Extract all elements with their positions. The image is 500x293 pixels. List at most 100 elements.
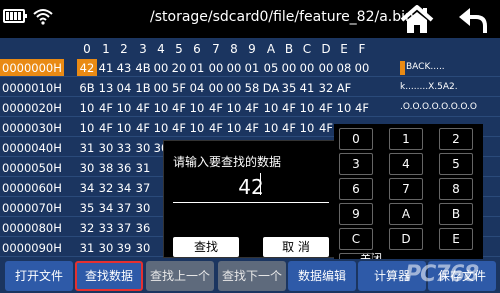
hex-byte-cell[interactable]: 34 [77,181,97,195]
table-row[interactable]: 0000020H 10 4F 10 4F 10 4F 10 4F 10 4F 10 4F 10 4F 10 4F… [0,99,500,117]
hex-byte-cell[interactable]: 05 [261,61,281,75]
hex-byte-cell[interactable]: 4F [242,101,262,115]
keypad-key-B[interactable]: B [439,203,473,225]
hex-byte-cell[interactable]: 10 [151,121,171,135]
hex-byte-cell[interactable]: 35 [77,201,97,215]
hex-byte-cell[interactable]: 01 [187,61,207,75]
hex-byte-cell[interactable]: 33 [114,141,134,155]
keypad-key-2[interactable]: 2 [439,128,473,150]
hex-byte-cell[interactable]: 00 [151,81,171,95]
hex-byte-cell[interactable]: 36 [114,161,134,175]
hex-byte-cell[interactable]: 00 [206,81,226,95]
hex-byte-cell[interactable]: 6B [77,81,97,95]
hex-byte-cell[interactable]: 31 [133,161,153,175]
hex-byte-cell[interactable]: 30 [133,141,153,155]
hex-byte-cell[interactable]: 10 [114,101,134,115]
keypad-key-5[interactable]: 5 [439,153,473,175]
hex-byte-cell[interactable]: 31 [77,241,97,255]
hex-byte-cell[interactable]: 39 [114,241,134,255]
toolbar-button-4[interactable]: 查找下一个 [218,261,286,291]
toolbar-button-2[interactable]: 查找数据 [75,261,143,291]
hex-byte-cell[interactable]: 5F [169,81,189,95]
hex-byte-cell[interactable]: 32 [96,181,116,195]
find-button[interactable]: 查找 [173,237,239,257]
toolbar-button-3[interactable]: 查找上一个 [146,261,214,291]
hex-byte-cell[interactable]: 00 [279,61,299,75]
hex-byte-cell[interactable]: 4F [316,101,336,115]
keypad-key-6[interactable]: 6 [339,178,373,200]
hex-byte-cell[interactable]: 42 [77,59,97,77]
hex-byte-cell[interactable]: 10 [187,101,207,115]
hex-byte-cell[interactable]: 43 [114,61,134,75]
hex-byte-cell[interactable]: 00 [206,61,226,75]
search-value-input[interactable]: 42 [173,175,329,199]
hex-byte-cell[interactable]: 30 [77,161,97,175]
hex-byte-cell[interactable]: 10 [77,121,97,135]
hex-byte-cell[interactable]: AF [334,81,354,95]
keypad-key-3[interactable]: 3 [339,153,373,175]
hex-byte-cell[interactable]: 30 [96,141,116,155]
hex-byte-cell[interactable]: 4F [279,101,299,115]
hex-byte-cell[interactable]: 30 [96,241,116,255]
hex-byte-cell[interactable]: 4F [169,121,189,135]
hex-byte-cell[interactable]: 10 [261,101,281,115]
hex-byte-cell[interactable]: 58 [242,81,262,95]
hex-byte-cell[interactable]: 4F [206,121,226,135]
hex-byte-cell[interactable]: 37 [114,221,134,235]
hex-byte-cell[interactable]: 10 [297,121,317,135]
hex-byte-cell[interactable]: 33 [96,221,116,235]
keypad-key-9[interactable]: 9 [339,203,373,225]
hex-byte-cell[interactable]: 4F [133,101,153,115]
hex-byte-cell[interactable]: 32 [316,81,336,95]
home-icon[interactable] [400,5,434,35]
keypad-key-C[interactable]: C [339,228,373,250]
hex-byte-cell[interactable]: 4F [96,101,116,115]
hex-byte-cell[interactable]: 34 [96,201,116,215]
hex-byte-cell[interactable]: 04 [114,81,134,95]
hex-byte-cell[interactable]: 41 [96,61,116,75]
keypad-key-7[interactable]: 7 [389,178,423,200]
hex-byte-cell[interactable]: 4B [133,61,153,75]
hex-byte-cell[interactable]: 37 [114,201,134,215]
keypad-key-E[interactable]: E [439,228,473,250]
hex-byte-cell[interactable]: DA [261,81,281,95]
hex-byte-cell[interactable]: 00 [352,61,372,75]
hex-byte-cell[interactable]: 00 [224,61,244,75]
hex-byte-cell[interactable]: 30 [133,201,153,215]
hex-byte-cell[interactable]: 37 [133,181,153,195]
hex-byte-cell[interactable]: 36 [133,221,153,235]
hex-byte-cell[interactable]: 41 [297,81,317,95]
hex-byte-cell[interactable]: 4F [96,121,116,135]
hex-byte-cell[interactable]: 4F [206,101,226,115]
hex-byte-cell[interactable]: 04 [187,81,207,95]
table-row[interactable]: 0000010H 6B 13 04 1B 00 5F 04 00 00 58 DA 35 41 32 AF k.… [0,79,500,97]
keypad-key-D[interactable]: D [389,228,423,250]
toolbar-button-1[interactable]: 打开文件 [5,261,73,291]
hex-byte-cell[interactable]: 00 [316,61,336,75]
cancel-button[interactable]: 取 消 [263,237,329,257]
hex-byte-cell[interactable]: 00 [151,61,171,75]
hex-byte-cell[interactable]: 10 [224,101,244,115]
hex-byte-cell[interactable]: 20 [169,61,189,75]
hex-byte-cell[interactable]: 00 [297,61,317,75]
hex-byte-cell[interactable]: 31 [77,141,97,155]
hex-byte-cell[interactable]: 34 [114,181,134,195]
hex-byte-cell[interactable]: 4F [316,121,336,135]
hex-byte-cell[interactable]: 10 [151,101,171,115]
hex-byte-cell[interactable]: 35 [279,81,299,95]
keypad-key-1[interactable]: 1 [389,128,423,150]
hex-byte-cell[interactable]: 10 [77,101,97,115]
hex-byte-cell[interactable]: 10 [297,101,317,115]
hex-byte-cell[interactable]: 38 [96,161,116,175]
keypad-key-A[interactable]: A [389,203,423,225]
hex-byte-cell[interactable]: 08 [334,61,354,75]
toolbar-button-5[interactable]: 数据编辑 [288,261,356,291]
hex-byte-cell[interactable]: 30 [133,241,153,255]
hex-byte-cell[interactable]: 10 [334,101,354,115]
hex-byte-cell[interactable]: 10 [224,121,244,135]
hex-byte-cell[interactable]: 4F [279,121,299,135]
back-arrow-icon[interactable] [456,6,488,34]
keypad-key-4[interactable]: 4 [389,153,423,175]
hex-byte-cell[interactable]: 01 [242,61,262,75]
hex-byte-cell[interactable]: 1B [133,81,153,95]
